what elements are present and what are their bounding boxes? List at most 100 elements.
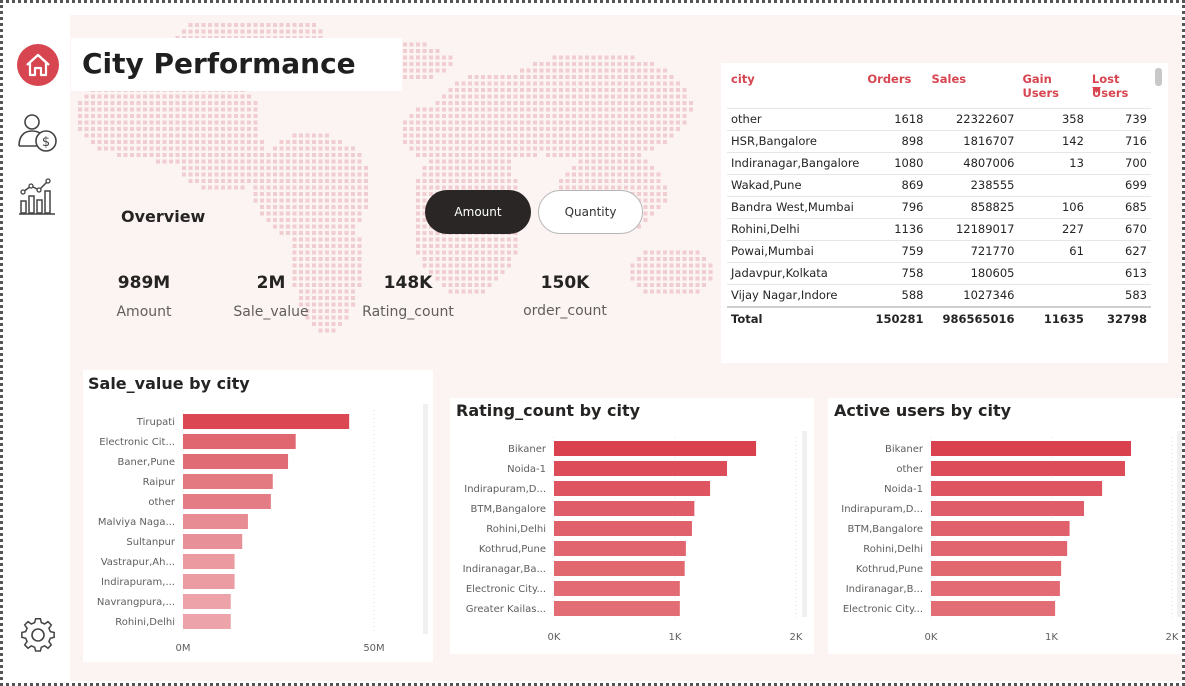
bar[interactable] <box>554 541 686 556</box>
table-cell: 583 <box>1087 284 1151 307</box>
bar[interactable] <box>183 514 248 529</box>
table-scrollbar[interactable] <box>1155 68 1162 86</box>
category-label: Rohini,Delhi <box>486 524 546 535</box>
chart-scrollbar[interactable] <box>1177 431 1182 617</box>
bar[interactable] <box>931 601 1056 616</box>
table-cell: 758 <box>863 262 928 285</box>
table-cell: 4807006 <box>927 152 1019 175</box>
bar[interactable] <box>183 554 235 569</box>
col-header-city[interactable]: city <box>727 69 863 109</box>
svg-text:$: $ <box>42 135 50 150</box>
category-label: Sultanpur <box>126 537 176 548</box>
table-row[interactable]: Powai,Mumbai 759 721770 61 627 <box>727 240 1151 263</box>
bar[interactable] <box>554 461 728 476</box>
bar[interactable] <box>554 601 680 616</box>
rating-count-chart-title: Rating_count by city <box>456 401 641 420</box>
sale-value-bar-chart: 0M 50M Tirupati Electronic Cit... Baner,Pune… <box>97 404 428 654</box>
kpi-amount-value: 989M <box>117 273 171 293</box>
kpi-order-count-value: 150K <box>540 273 590 293</box>
bar[interactable] <box>931 541 1068 556</box>
bar[interactable] <box>183 434 296 449</box>
category-label: Raipur <box>143 477 176 488</box>
bar[interactable] <box>931 481 1103 496</box>
col-header-sales[interactable]: Sales <box>927 69 1018 109</box>
table-row[interactable]: Vijay Nagar,Indore 588 1027346 583 <box>727 284 1151 307</box>
table-cell <box>1018 262 1088 285</box>
chart-scrollbar[interactable] <box>802 431 807 617</box>
table-cell: Jadavpur,Kolkata <box>727 262 864 285</box>
bar[interactable] <box>183 574 235 589</box>
table-cell: HSR,Bangalore <box>727 130 864 153</box>
table-cell: 699 <box>1087 174 1151 197</box>
category-label: Noida-1 <box>884 484 923 495</box>
home-icon[interactable] <box>15 42 61 88</box>
table-cell: 685 <box>1087 196 1151 219</box>
table-cell: 238555 <box>927 174 1019 197</box>
table-cell: other <box>727 108 864 131</box>
bar[interactable] <box>554 501 695 516</box>
table-cell: 1136 <box>863 218 928 241</box>
table-row[interactable]: other 1618 22322607 358 739 <box>727 108 1151 131</box>
table-cell: Powai,Mumbai <box>727 240 864 263</box>
bar[interactable] <box>931 461 1126 476</box>
bar[interactable] <box>183 594 231 609</box>
amount-toggle-button[interactable]: Amount <box>425 190 531 234</box>
table-row[interactable]: Bandra West,Mumbai 796 858825 106 685 <box>727 196 1151 219</box>
table-cell: 759 <box>863 240 928 263</box>
category-label: other <box>148 497 176 508</box>
col-header-lost-users-label: Lost Users <box>1091 72 1129 100</box>
bar[interactable] <box>183 534 243 549</box>
bar[interactable] <box>931 581 1060 596</box>
table-cell: 796 <box>863 196 928 219</box>
category-label: Electronic Cit... <box>99 437 175 448</box>
col-header-orders[interactable]: Orders <box>863 69 927 109</box>
table-cell: 22322607 <box>927 108 1019 131</box>
table-cell: 700 <box>1087 152 1151 175</box>
analytics-icon[interactable] <box>15 175 61 221</box>
kpi-order-count-label: order_count <box>523 303 607 319</box>
table-total-row: Total 150281 986565016 11635 32798 <box>727 306 1151 330</box>
bar[interactable] <box>554 581 680 596</box>
category-label: Rohini,Delhi <box>115 617 175 628</box>
page-title: City Performance <box>82 47 356 80</box>
table-cell: 716 <box>1087 130 1151 153</box>
table-row[interactable]: Rohini,Delhi 1136 12189017 227 670 <box>727 218 1151 241</box>
table-cell: 1027346 <box>927 284 1019 307</box>
bar[interactable] <box>931 441 1132 456</box>
table-cell: 721770 <box>927 240 1019 263</box>
table-total-cell: 150281 <box>863 306 928 330</box>
category-label: Vastrapur,Ah... <box>101 557 175 568</box>
category-label: Kothrud,Pune <box>856 564 923 575</box>
table-header-row: city Orders Sales Gain Users Lost Users <box>727 69 1151 109</box>
table-row[interactable]: Wakad,Pune 869 238555 699 <box>727 174 1151 197</box>
table-row[interactable]: Indiranagar,Bangalore 1080 4807006 13 700 <box>727 152 1151 175</box>
table-cell: Vijay Nagar,Indore <box>727 284 864 307</box>
table-cell: 358 <box>1018 108 1088 131</box>
x-tick-label: 1K <box>669 632 682 643</box>
table-row[interactable]: HSR,Bangalore 898 1816707 142 716 <box>727 130 1151 153</box>
bar[interactable] <box>554 441 757 456</box>
col-header-lost-users[interactable]: Lost Users <box>1088 69 1151 109</box>
category-label: Indirapuram,... <box>101 577 175 588</box>
settings-icon[interactable] <box>15 612 61 658</box>
table-cell: 588 <box>863 284 928 307</box>
bar[interactable] <box>183 414 350 429</box>
table-row[interactable]: Jadavpur,Kolkata 758 180605 613 <box>727 262 1151 285</box>
bar[interactable] <box>554 481 711 496</box>
table-cell: 12189017 <box>927 218 1019 241</box>
bar[interactable] <box>931 501 1085 516</box>
table-cell: 13 <box>1018 152 1088 175</box>
user-money-icon[interactable]: $ <box>15 110 61 156</box>
bar[interactable] <box>183 474 273 489</box>
bar[interactable] <box>554 521 692 536</box>
table-cell: 613 <box>1087 262 1151 285</box>
bar[interactable] <box>931 561 1062 576</box>
col-header-gain-users[interactable]: Gain Users <box>1018 69 1087 109</box>
bar[interactable] <box>183 614 231 629</box>
bar[interactable] <box>554 561 685 576</box>
bar[interactable] <box>183 494 271 509</box>
bar[interactable] <box>931 521 1070 536</box>
bar[interactable] <box>183 454 289 469</box>
quantity-toggle-button[interactable]: Quantity <box>538 190 643 234</box>
chart-scrollbar[interactable] <box>423 404 428 634</box>
